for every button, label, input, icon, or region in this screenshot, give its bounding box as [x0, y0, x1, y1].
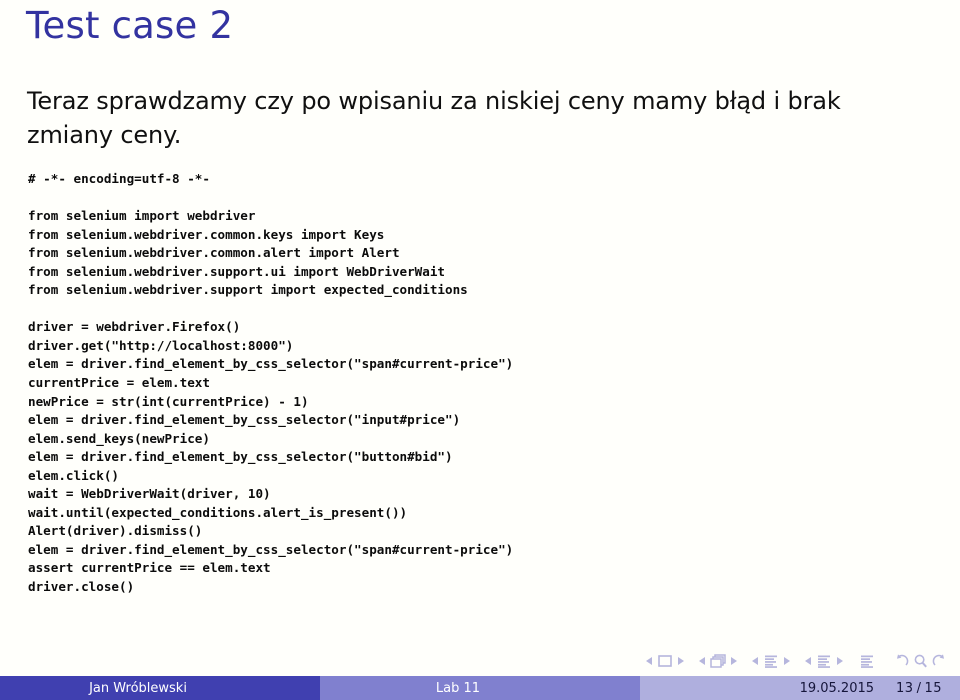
code-line: driver.close() [28, 579, 135, 595]
code-line: elem.send_keys(newPrice) [28, 430, 210, 446]
page-title: Test case 2 [26, 4, 234, 47]
slide-body-text: Teraz sprawdzamy czy po wpisaniu za nisk… [27, 87, 841, 150]
footer-page-separator: / [916, 680, 922, 696]
code-line: driver = webdriver.Firefox() [28, 319, 241, 335]
prev-slide-arrow-icon[interactable] [644, 652, 655, 670]
code-line: assert currentPrice == elem.text [28, 560, 271, 576]
code-line: elem = driver.find_element_by_css_select… [28, 412, 461, 428]
nav-group-slide [644, 652, 686, 670]
footer-page-current: 13 [896, 680, 914, 696]
code-line: from selenium.webdriver.support import e… [28, 282, 468, 298]
next-slide-arrow-icon[interactable] [675, 652, 686, 670]
code-line: elem = driver.find_element_by_css_select… [28, 356, 514, 372]
code-line: from selenium import webdriver [28, 208, 256, 224]
next-section-arrow-icon[interactable] [834, 652, 845, 670]
code-line: elem = driver.find_element_by_css_select… [28, 541, 514, 557]
nav-group-tools [892, 652, 948, 670]
subsection-icon[interactable] [761, 652, 781, 670]
nav-group-section [803, 652, 845, 670]
next-frame-arrow-icon[interactable] [728, 652, 739, 670]
code-line: newPrice = str(int(currentPrice) - 1) [28, 393, 309, 409]
code-line: # -*- encoding=utf-8 -*- [28, 171, 210, 186]
nav-group-subsection [750, 652, 792, 670]
footer-date: 19.05.2015 [799, 680, 875, 696]
code-line: currentPrice = elem.text [28, 375, 210, 391]
beamer-navigation-bar[interactable] [644, 650, 948, 672]
back-history-icon[interactable] [892, 652, 910, 670]
prev-subsection-arrow-icon[interactable] [750, 652, 761, 670]
footer-info: 19.05.2015 13/15 [640, 676, 960, 700]
forward-history-icon[interactable] [930, 652, 948, 670]
code-line: from selenium.webdriver.support.ui impor… [28, 263, 446, 279]
code-line: wait = WebDriverWait(driver, 10) [28, 486, 271, 502]
footer-author: Jan Wróblewski [0, 676, 320, 700]
code-line: from selenium.webdriver.common.keys impo… [28, 226, 385, 242]
code-line: elem = driver.find_element_by_css_select… [28, 449, 453, 465]
prev-frame-arrow-icon[interactable] [697, 652, 708, 670]
presentation-slide: Test case 2 Teraz sprawdzamy czy po wpis… [0, 0, 960, 700]
footer-title: Lab 11 [320, 676, 640, 700]
code-line: driver.get("http://localhost:8000") [28, 337, 294, 353]
code-line: elem.click() [28, 467, 119, 483]
slide-icon[interactable] [655, 652, 675, 670]
code-listing: # -*- encoding=utf-8 -*- from selenium i… [28, 170, 513, 597]
nav-group-frame [697, 652, 739, 670]
footer-page-total: 15 [924, 680, 942, 696]
presentation-icon[interactable] [856, 652, 878, 670]
find-icon[interactable] [911, 652, 929, 670]
footer-page-indicator: 13/15 [896, 681, 942, 696]
code-line: from selenium.webdriver.common.alert imp… [28, 245, 400, 261]
prev-section-arrow-icon[interactable] [803, 652, 814, 670]
code-line: wait.until(expected_conditions.alert_is_… [28, 504, 408, 520]
code-line: Alert(driver).dismiss() [28, 523, 203, 539]
next-subsection-arrow-icon[interactable] [781, 652, 792, 670]
footer-bar: Jan Wróblewski Lab 11 19.05.2015 13/15 [0, 676, 960, 700]
section-icon[interactable] [814, 652, 834, 670]
frames-icon[interactable] [708, 652, 728, 670]
